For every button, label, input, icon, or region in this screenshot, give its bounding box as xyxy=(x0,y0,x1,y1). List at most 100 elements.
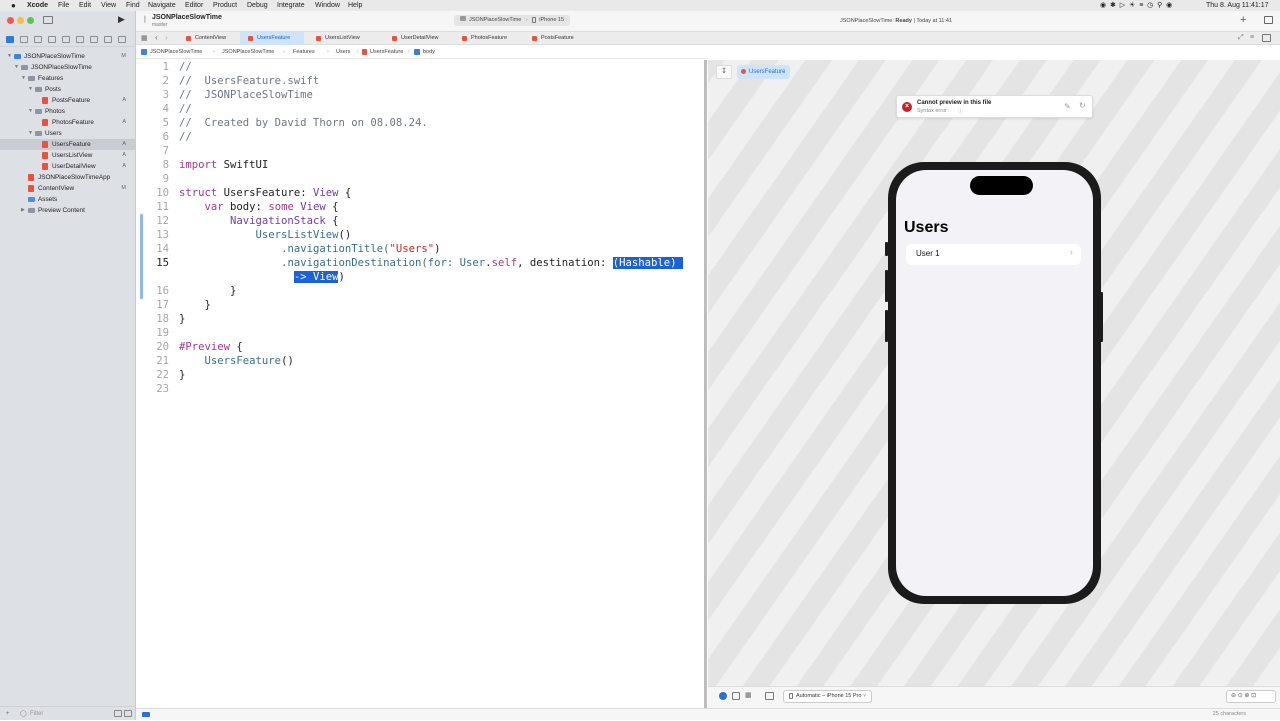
tree-item-photos[interactable]: ▼ Photos xyxy=(0,106,136,117)
breadcrumb-symbol[interactable]: body xyxy=(423,45,435,59)
source-control-icon[interactable] xyxy=(20,36,28,43)
menu-product[interactable]: Product xyxy=(213,0,237,11)
test-icon[interactable] xyxy=(76,36,84,43)
tab-userslistview[interactable]: UsersListView xyxy=(308,32,376,45)
grid-icon[interactable]: ▦ xyxy=(141,34,148,42)
zoom-out-icon[interactable]: ⊖ xyxy=(1231,693,1236,699)
split-editor-icon[interactable] xyxy=(1262,34,1271,42)
tab-contentview[interactable]: ContentView xyxy=(178,32,240,45)
zoom-fit-icon[interactable]: ⊡ xyxy=(1251,693,1256,699)
swift-file-icon xyxy=(42,163,48,170)
menu-navigate[interactable]: Navigate xyxy=(148,0,176,11)
tab-postsfeature[interactable]: PostsFeature xyxy=(524,32,594,45)
breadcrumb-users[interactable]: Users xyxy=(336,45,350,59)
menu-integrate[interactable]: Integrate xyxy=(277,0,305,11)
back-icon[interactable]: ‹ xyxy=(155,33,158,42)
recent-files-icon[interactable] xyxy=(114,710,122,717)
selectable-mode-icon[interactable] xyxy=(732,692,740,700)
breadcrumb-features[interactable]: Features xyxy=(293,45,315,59)
tree-item-postsfeature[interactable]: PostsFeature A xyxy=(0,95,136,106)
tree-item-userdetailview[interactable]: UserDetailView A xyxy=(0,161,136,172)
info-icon[interactable]: ⓘ xyxy=(958,108,963,115)
menu-find[interactable]: Find xyxy=(126,0,140,11)
menu-app-name[interactable]: Xcode xyxy=(27,0,48,11)
menu-window[interactable]: Window xyxy=(315,0,340,11)
source-control-filter-icon[interactable] xyxy=(124,710,132,717)
tree-item-assets[interactable]: Assets xyxy=(0,194,136,205)
close-window-button[interactable] xyxy=(7,17,14,24)
menu-clock[interactable]: Thu 8. Aug 11:41:17 xyxy=(1206,0,1269,11)
tab-userdetailview[interactable]: UserDetailView xyxy=(384,32,454,45)
tree-item-users[interactable]: ▼ Users xyxy=(0,128,136,139)
refresh-icon[interactable]: ↻ xyxy=(1079,101,1086,110)
menu-editor[interactable]: Editor xyxy=(185,0,203,11)
debug-icon[interactable] xyxy=(90,36,98,43)
report-icon[interactable] xyxy=(118,36,126,43)
code-line-current: 15 .navigationDestination(for: User.self… xyxy=(156,257,683,269)
tree-item-project[interactable]: ▼ JSONPlaceSlowTime M xyxy=(0,51,136,62)
filter-input[interactable]: Filter xyxy=(30,707,43,721)
tree-item-photosfeature[interactable]: PhotosFeature A xyxy=(0,117,136,128)
menu-help[interactable]: Help xyxy=(348,0,362,11)
placeholder-token[interactable]: -> View xyxy=(293,271,339,283)
menu-file[interactable]: File xyxy=(58,0,69,11)
pin-icon[interactable]: ↧ xyxy=(716,65,732,79)
device-settings-icon[interactable] xyxy=(765,692,774,700)
split-divider[interactable] xyxy=(704,60,707,708)
tab-usersfeature[interactable]: UsersFeature xyxy=(240,32,304,45)
zoom-actual-icon[interactable]: ⊙ xyxy=(1238,693,1243,699)
apple-icon[interactable]: ● xyxy=(11,0,16,11)
menu-view[interactable]: View xyxy=(101,0,116,11)
symbol-icon[interactable] xyxy=(34,36,42,43)
add-icon[interactable]: + xyxy=(6,707,10,721)
tree-item-features[interactable]: ▼ Features xyxy=(0,73,136,84)
status-icons[interactable]: ◉ ✱ ▷ ☀ ≡ ◷ ⚲ ◉ xyxy=(1100,0,1172,11)
tree-item-group[interactable]: ▼ JSONPlaceSlowTime xyxy=(0,62,136,73)
tree-item-userslistview[interactable]: UsersListView A xyxy=(0,150,136,161)
debug-area-toggle-icon[interactable] xyxy=(142,712,150,717)
breadcrumb-group[interactable]: JSONPlaceSlowTime xyxy=(222,45,274,59)
menu-debug[interactable]: Debug xyxy=(247,0,268,11)
forward-icon[interactable]: › xyxy=(165,33,168,42)
variants-icon[interactable]: ▦ xyxy=(745,691,752,699)
zoom-window-button[interactable] xyxy=(27,17,34,24)
placeholder-token[interactable]: (Hashable) xyxy=(612,257,683,269)
breadcrumb-project[interactable]: JSONPlaceSlowTime xyxy=(150,45,202,59)
tree-item-app[interactable]: JSONPlaceSlowTimeApp xyxy=(0,172,136,183)
minimize-window-button[interactable] xyxy=(17,17,24,24)
folder-icon xyxy=(35,87,42,92)
adjust-editor-icon[interactable]: ≡ xyxy=(1250,34,1254,41)
code-line: 7 xyxy=(162,145,169,157)
sidebar-toggle-icon[interactable] xyxy=(43,16,53,24)
tree-item-contentview[interactable]: ContentView M xyxy=(0,183,136,194)
nav-title: Users xyxy=(904,219,949,236)
search-icon[interactable] xyxy=(48,36,56,43)
run-icon[interactable]: ▶ xyxy=(118,14,125,25)
code-editor[interactable]: 1// 2// UsersFeature.swift 3// JSONPlace… xyxy=(136,60,706,708)
device-selector[interactable]: Automatic – iPhone 15 Pro ˅ xyxy=(783,690,873,703)
preview-selector[interactable]: UsersFeature xyxy=(737,65,791,79)
tree-item-posts[interactable]: ▼ Posts xyxy=(0,84,136,95)
project-icon xyxy=(14,54,21,59)
folder-icon[interactable] xyxy=(6,36,14,43)
project-icon xyxy=(141,49,147,55)
tree-item-usersfeature[interactable]: UsersFeature A xyxy=(0,139,136,150)
tree-item-preview-content[interactable]: ▶ Preview Content xyxy=(0,205,136,216)
tab-photosfeature[interactable]: PhotosFeature xyxy=(454,32,524,45)
inspector-toggle-icon[interactable] xyxy=(1264,16,1273,24)
swift-file-icon xyxy=(316,36,321,41)
zoom-controls[interactable]: ⊖ ⊙ ⊕ ⊡ xyxy=(1226,690,1276,703)
expand-icon[interactable]: ⤢ xyxy=(1238,34,1244,42)
live-mode-icon[interactable] xyxy=(719,692,727,700)
menu-edit[interactable]: Edit xyxy=(79,0,91,11)
warning-icon[interactable] xyxy=(62,36,70,43)
zoom-in-icon[interactable]: ⊕ xyxy=(1244,693,1249,699)
list-item[interactable]: User 1 › xyxy=(906,244,1081,265)
add-icon[interactable]: + xyxy=(1240,14,1246,26)
scheme-selector[interactable]: JSONPlaceSlowTime › iPhone 15 xyxy=(454,15,571,26)
swift-file-icon xyxy=(42,141,48,148)
branch-name[interactable]: master xyxy=(152,22,167,28)
breadcrumb-file[interactable]: UsersFeature xyxy=(370,45,403,59)
breakpoint-icon[interactable] xyxy=(104,36,112,43)
diagnostics-icon[interactable]: ✎ xyxy=(1064,102,1071,111)
